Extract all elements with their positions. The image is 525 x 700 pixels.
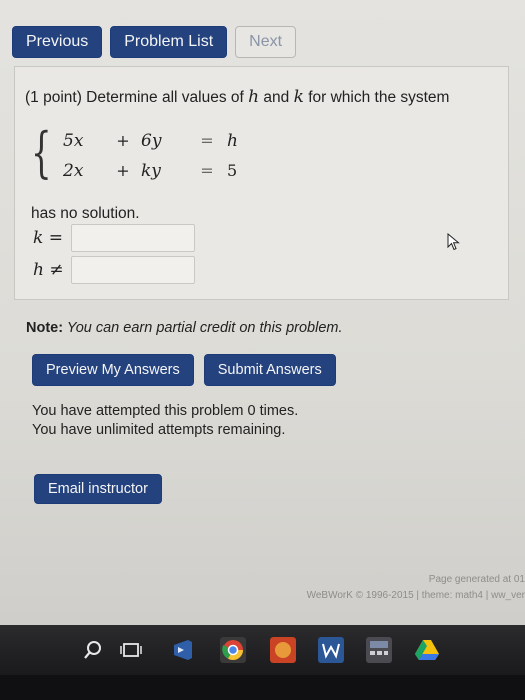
attempts-remaining: You have unlimited attempts remaining. bbox=[32, 422, 286, 438]
operator: + bbox=[116, 161, 130, 180]
answer-row-h: h ≠ bbox=[33, 256, 195, 284]
search-icon[interactable] bbox=[80, 637, 106, 663]
intro-suffix: for which the system bbox=[303, 89, 450, 106]
visual-studio-icon[interactable] bbox=[170, 637, 196, 663]
answer-row-k: k = bbox=[33, 224, 195, 252]
var-k: k bbox=[293, 87, 304, 107]
partial-credit-note: Note: You can earn partial credit on thi… bbox=[26, 320, 343, 336]
drive-icon[interactable] bbox=[414, 637, 440, 663]
note-label: Note: bbox=[26, 320, 64, 336]
intro-and: and bbox=[259, 89, 294, 106]
attempts-count: You have attempted this problem 0 times. bbox=[32, 403, 299, 419]
email-instructor-button[interactable]: Email instructor bbox=[34, 474, 162, 504]
equals: = bbox=[200, 161, 214, 180]
intro-text: (1 point) Determine all values of bbox=[25, 89, 249, 106]
chrome-icon[interactable] bbox=[220, 637, 246, 663]
no-solution-text: has no solution. bbox=[31, 205, 140, 222]
word-icon[interactable] bbox=[318, 637, 344, 663]
page-generated-text: Page generated at 01 bbox=[428, 574, 525, 585]
app-icon[interactable] bbox=[270, 637, 296, 663]
left-brace: { bbox=[31, 121, 52, 184]
problem-nav: Previous Problem List Next bbox=[12, 26, 297, 58]
term: 6y bbox=[141, 131, 162, 151]
operator: + bbox=[116, 131, 130, 150]
attempts-info: You have attempted this problem 0 times.… bbox=[32, 402, 298, 440]
rhs: h bbox=[227, 131, 238, 151]
answer-label-h: h ≠ bbox=[33, 260, 64, 280]
previous-button[interactable]: Previous bbox=[12, 26, 103, 58]
page-footer: Page generated at 01 WeBWorK © 1996-2015… bbox=[307, 572, 525, 604]
email-section: Email instructor bbox=[34, 474, 162, 504]
answer-actions: Preview My Answers Submit Answers bbox=[32, 354, 336, 386]
submit-answers-button[interactable]: Submit Answers bbox=[203, 354, 336, 386]
note-text: You can earn partial credit on this prob… bbox=[63, 320, 343, 336]
answer-label-k: k = bbox=[33, 228, 63, 248]
webwork-page: Previous Problem List Next (1 point) Det… bbox=[0, 0, 525, 625]
equals: = bbox=[200, 131, 214, 150]
answer-input-h[interactable] bbox=[71, 256, 195, 284]
term: 5x bbox=[63, 131, 84, 151]
answer-input-k[interactable] bbox=[71, 224, 195, 252]
problem-panel: (1 point) Determine all values of h and … bbox=[14, 66, 509, 300]
problem-statement: (1 point) Determine all values of h and … bbox=[25, 87, 449, 107]
equation-row-1: 5x + 6y = h bbox=[63, 131, 257, 151]
screen-bezel bbox=[0, 675, 525, 700]
equation-system: { 5x + 6y = h 2x + ky = 5 bbox=[31, 123, 261, 187]
next-button: Next bbox=[235, 26, 297, 58]
rhs: 5 bbox=[227, 161, 238, 180]
calculator-icon[interactable] bbox=[366, 637, 392, 663]
copyright-text: WeBWorK © 1996-2015 | theme: math4 | ww_… bbox=[306, 590, 525, 601]
problem-list-button[interactable]: Problem List bbox=[110, 26, 228, 58]
term: ky bbox=[141, 161, 161, 181]
mouse-cursor-icon bbox=[447, 233, 460, 251]
term: 2x bbox=[63, 161, 84, 181]
taskbar bbox=[0, 625, 525, 675]
task-view-icon[interactable] bbox=[118, 637, 144, 663]
preview-answers-button[interactable]: Preview My Answers bbox=[32, 354, 194, 386]
equation-row-2: 2x + ky = 5 bbox=[63, 161, 257, 181]
var-h: h bbox=[248, 87, 260, 107]
